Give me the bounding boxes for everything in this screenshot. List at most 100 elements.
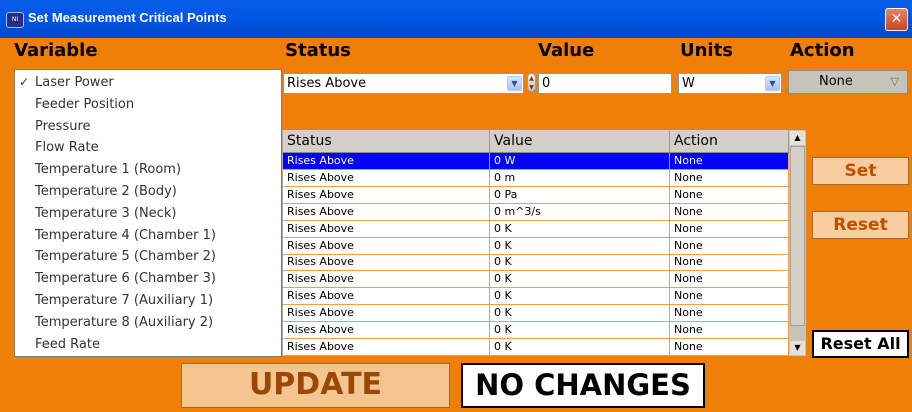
scroll-up-icon[interactable]: ▲ [790, 131, 805, 145]
table-row[interactable]: Rises Above 0 K None [283, 338, 789, 356]
status-cell: Rises Above [283, 305, 490, 322]
units-select-value: W [682, 76, 695, 91]
table-row[interactable]: Rises Above 0 K None [283, 237, 789, 255]
variable-list-item-label: Laser Power [35, 75, 114, 90]
variable-list-item-label: Temperature 4 (Chamber 1) [35, 227, 216, 243]
update-button[interactable]: UPDATE [181, 363, 450, 408]
value-cell: 0 K [490, 237, 670, 254]
variable-list-item-label: Temperature 2 (Body) [35, 184, 177, 199]
set-button[interactable]: Set [812, 157, 909, 185]
triangle-down-icon: ▽ [890, 75, 899, 88]
action-select[interactable]: None ▽ [788, 70, 908, 94]
action-cell: None [670, 338, 789, 355]
table-row[interactable]: Rises Above 0 K None [283, 322, 789, 339]
status-cell: Rises Above [283, 338, 490, 355]
units-header: Units [680, 40, 733, 61]
status-cell: Rises Above [283, 186, 490, 203]
status-cell: Rises Above [283, 153, 490, 169]
value-header: Value [538, 40, 595, 61]
reset-button[interactable]: Reset [812, 211, 909, 239]
status-cell: Rises Above [283, 271, 490, 288]
action-cell: None [670, 153, 789, 169]
variable-list-item-label: Temperature 8 (Auxiliary 2) [35, 314, 214, 330]
scrollbar-thumb[interactable] [790, 146, 805, 326]
critical-points-table[interactable]: Status Value Action Rises Above 0 W None Ri… [282, 130, 806, 356]
status-cell: Rises Above [283, 254, 490, 271]
units-select[interactable]: W ▼ [678, 73, 782, 94]
variable-list[interactable]: ✓ Laser Power Feeder Position Pressure Flow … [14, 69, 282, 357]
variable-list-item-label: Temperature 6 (Chamber 3) [35, 271, 216, 287]
variable-list-item-label: Temperature 7 (Auxiliary 1) [35, 293, 214, 308]
check-icon: ✓ [19, 75, 30, 89]
table-row[interactable]: Rises Above 0 m None [283, 169, 789, 187]
status-select-value: Rises Above [287, 76, 367, 91]
variable-list-item[interactable]: Temperature 2 (Body) [15, 181, 281, 203]
action-cell: None [670, 288, 789, 305]
action-cell: None [670, 186, 789, 203]
value-cell: 0 K [490, 254, 670, 271]
column-header-value[interactable]: Value [490, 130, 670, 152]
reset-all-button[interactable]: Reset All [812, 330, 909, 358]
app-logo-icon: NI [6, 12, 24, 28]
action-cell: None [670, 237, 789, 254]
action-header: Action [790, 40, 855, 61]
action-cell: None [670, 203, 789, 220]
status-cell: Rises Above [283, 169, 490, 186]
variable-list-item[interactable]: Temperature 6 (Chamber 3) [15, 268, 281, 290]
status-select[interactable]: Rises Above ▼ [283, 73, 524, 94]
title-bar[interactable]: NI Set Measurement Critical Points ✕ [0, 0, 912, 38]
variable-list-item[interactable]: Temperature 8 (Auxiliary 2) [15, 312, 281, 334]
scroll-down-icon[interactable]: ▼ [790, 341, 805, 355]
action-cell: None [670, 220, 789, 237]
variable-list-item[interactable]: Temperature 4 (Chamber 1) [15, 225, 281, 247]
variable-list-item-label: Temperature 3 (Neck) [35, 205, 177, 221]
variable-list-item[interactable]: ✓ Laser Power [15, 72, 281, 94]
chevron-down-icon[interactable]: ▼ [507, 76, 522, 91]
variable-list-item[interactable]: Temperature 3 (Neck) [15, 203, 281, 225]
action-cell: None [670, 305, 789, 322]
variable-list-item[interactable]: Temperature 1 (Room) [15, 159, 281, 181]
value-cell: 0 K [490, 220, 670, 237]
action-cell: None [670, 169, 789, 186]
table-scrollbar[interactable]: ▲ ▼ [789, 130, 806, 356]
table-row[interactable]: Rises Above 0 K None [283, 288, 789, 306]
value-spinner-icon[interactable]: ▲ ▼ [527, 73, 536, 92]
table-row[interactable]: Rises Above 0 K None [283, 220, 789, 238]
variable-list-item-label: Flow Rate [35, 140, 99, 156]
variable-list-item-label: Feeder Position [35, 96, 135, 112]
table-row[interactable]: Rises Above 0 K None [283, 271, 789, 289]
value-cell: 0 K [490, 338, 670, 355]
table-row[interactable]: Rises Above 0 Pa None [283, 186, 789, 204]
action-cell: None [670, 271, 789, 288]
action-select-value: None [819, 74, 853, 89]
value-input[interactable]: 0 [538, 73, 672, 94]
value-cell: 0 m^3/s [490, 203, 670, 220]
table-row[interactable]: Rises Above 0 m^3/s None [283, 203, 789, 221]
table-row[interactable]: Rises Above 0 K None [283, 305, 789, 323]
variable-list-item-label: Temperature 5 (Chamber 2) [35, 249, 216, 265]
variable-list-item[interactable]: Feed Rate [15, 334, 281, 356]
variable-list-item[interactable]: Temperature 7 (Auxiliary 1) [15, 290, 281, 312]
variable-list-item-label: Temperature 1 (Room) [35, 162, 182, 178]
window-title: Set Measurement Critical Points [28, 10, 227, 25]
variable-list-item[interactable]: Feeder Position [15, 94, 281, 116]
status-cell: Rises Above [283, 237, 490, 254]
variable-list-item[interactable]: Pressure [15, 116, 281, 138]
variable-list-item[interactable]: Flow Rate [15, 137, 281, 159]
status-cell: Rises Above [283, 220, 490, 237]
column-header-status[interactable]: Status [283, 130, 490, 152]
table-header: Status Value Action [283, 130, 789, 153]
value-cell: 0 m [490, 169, 670, 186]
column-header-action[interactable]: Action [670, 130, 789, 152]
close-button[interactable]: ✕ [885, 8, 908, 31]
variable-list-item[interactable]: Temperature 5 (Chamber 2) [15, 246, 281, 268]
value-cell: 0 W [490, 153, 670, 169]
status-cell: Rises Above [283, 288, 490, 305]
variable-header: Variable [14, 40, 98, 61]
table-row[interactable]: Rises Above 0 W None [283, 153, 789, 170]
value-input-text: 0 [542, 76, 551, 91]
table-row[interactable]: Rises Above 0 K None [283, 254, 789, 272]
value-cell: 0 K [490, 271, 670, 288]
chevron-down-icon[interactable]: ▼ [765, 76, 780, 91]
no-changes-button[interactable]: NO CHANGES [461, 363, 705, 408]
